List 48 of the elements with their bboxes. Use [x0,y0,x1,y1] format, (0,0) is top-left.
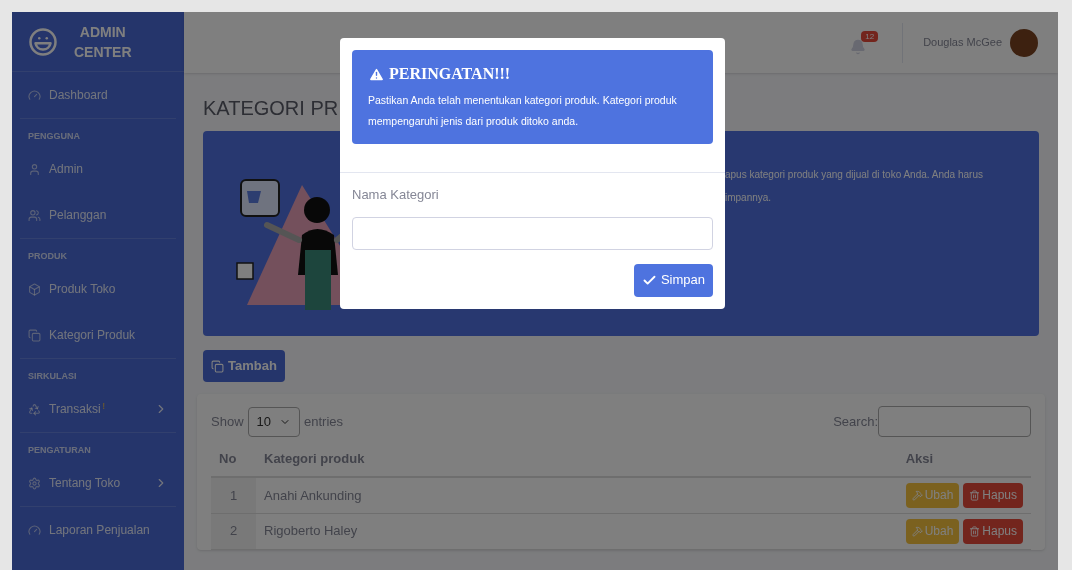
sidebar-item[interactable]: Laporan Penjualan [20,507,176,553]
sidebar-heading: PENGATURAN [28,445,91,455]
bell-icon [850,38,867,55]
search-label: Search: [833,412,878,431]
trash-icon [969,525,981,537]
notification-badge: 12 [861,30,879,42]
documents-icon [211,359,224,373]
sidebar-item[interactable]: Tentang Toko [20,460,176,506]
smiley-icon [28,26,58,57]
avatar[interactable] [1010,28,1038,57]
entries-label: entries [304,412,344,431]
hammer-icon [911,489,923,501]
table-cell: Rigoberto Haley [256,513,898,549]
warning-icon [368,65,385,83]
edit-button[interactable]: Ubah [905,482,960,508]
column-header[interactable]: No [211,441,256,477]
brand-title: ADMIN CENTER [74,22,132,62]
delete-button[interactable]: Hapus [963,518,1023,544]
search-field[interactable] [878,406,1031,437]
column-header[interactable]: Kategori produk [256,441,898,477]
page-size-select[interactable]: 10 [247,406,300,437]
table-cell: Anahi Ankunding [256,477,898,513]
delete-button[interactable]: Hapus [963,482,1023,508]
hammer-icon [911,525,923,537]
column-header[interactable]: Aksi [897,441,1031,477]
sidebar-item[interactable]: Dashboard [20,72,176,118]
show-label: Show [211,412,244,431]
banner-text: impannya. [725,191,772,205]
sidebar-heading: PENGGUNA [28,131,80,141]
sidebar-heading: PRODUK [28,251,67,261]
sidebar-item[interactable]: Produk Toko [20,266,176,312]
category-name-field[interactable] [352,216,713,250]
sidebar-item[interactable]: Admin [20,146,176,192]
sidebar-item[interactable]: Pelanggan [20,192,176,238]
alert-title: PERINGATAN!!! [389,64,511,84]
notification-button[interactable]: 12 [850,30,879,55]
user-name: Douglas McGee [923,35,1002,51]
sidebar-heading: SIRKULASI [28,371,77,381]
edit-button[interactable]: Ubah [905,518,960,544]
alert-text: Pastikan Anda telah menentukan kategori produk. Kategori produk mempengaruhi jenis dari produk ditoko anda. [368,93,678,129]
sidebar-item[interactable]: Kategori Produk [20,312,176,358]
sidebar-item[interactable]: Transaksi $^{!}$ [20,386,176,432]
add-button[interactable]: Tambah [203,350,285,382]
page-title: KATEGORI PR [203,96,339,121]
field-label: Nama Kategori [352,186,439,204]
save-button[interactable]: Simpan [633,263,713,297]
banner-text: apus kategori produk yang dijual di toko Anda. Anda harus [725,168,983,182]
trash-icon [969,489,981,501]
